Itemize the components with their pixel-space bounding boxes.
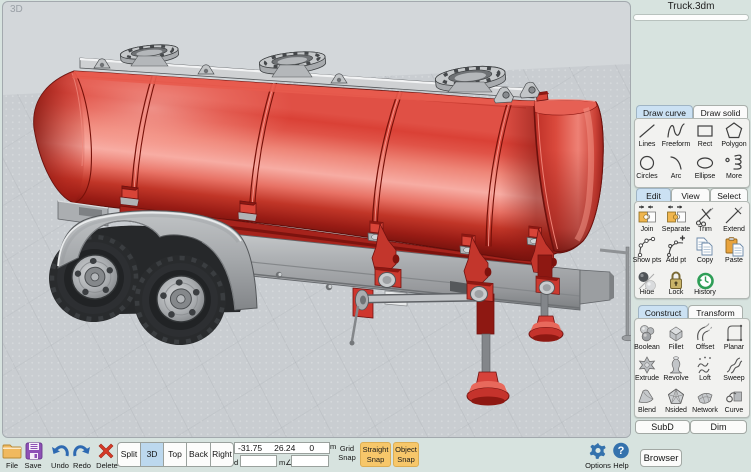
- svg-text:?: ?: [618, 445, 625, 457]
